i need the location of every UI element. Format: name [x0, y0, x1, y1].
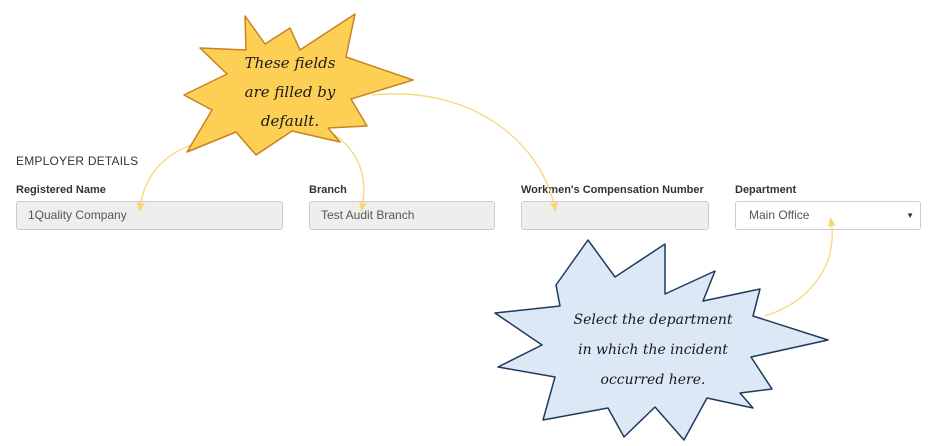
- department-select-value: Main Office: [749, 208, 810, 222]
- callout-defaults-text: These fields are filled by default.: [244, 54, 336, 130]
- branch-label: Branch: [309, 184, 347, 196]
- registered-name-field[interactable]: 1Quality Company: [16, 201, 283, 230]
- branch-field[interactable]: Test Audit Branch: [309, 201, 495, 230]
- callout-department-text: Select the department in which the incid…: [573, 312, 733, 388]
- registered-name-label: Registered Name: [16, 184, 106, 196]
- arrow-to-branch: [329, 131, 367, 212]
- page: EMPLOYER DETAILS Registered Name 1Qualit…: [0, 0, 940, 446]
- workmens-comp-label: Workmen's Compensation Number: [521, 184, 704, 196]
- section-title: EMPLOYER DETAILS: [16, 154, 139, 168]
- workmens-comp-field[interactable]: [521, 201, 709, 230]
- arrow-to-department: [764, 217, 836, 317]
- department-label: Department: [735, 184, 797, 196]
- department-select[interactable]: Main Office ▼: [735, 201, 921, 230]
- chevron-down-icon: ▼: [906, 211, 914, 220]
- arrow-to-registered-name: [136, 137, 219, 212]
